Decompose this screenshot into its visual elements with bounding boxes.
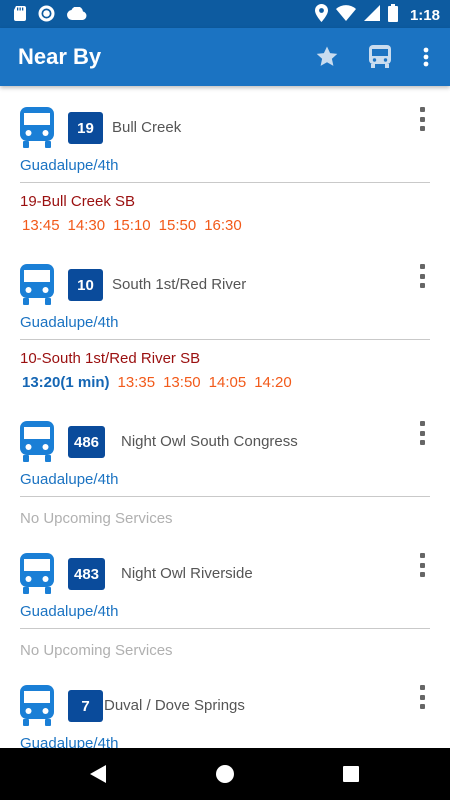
nearby-route-list[interactable]: 19 Bull Creek Guadalupe/4th 19-Bull Cree… [0,86,450,748]
home-icon [216,765,234,783]
route-name: Duval / Dove Springs [104,697,245,714]
system-nav-bar [0,748,450,800]
divider [20,339,430,340]
route-name: South 1st/Red River [112,276,247,293]
departure-time: 14:20 [254,374,292,391]
stop-name: Guadalupe/4th [20,603,119,620]
no-service-message: No Upcoming Services [20,510,173,527]
route-number-badge: 486 [68,426,106,458]
bus-icon [20,685,54,726]
next-departure-time: 13:20(1 min) [22,374,110,391]
route-menu-button[interactable] [412,683,432,711]
stop-name: Guadalupe/4th [20,735,119,748]
status-bar-system: 1:18 [314,4,440,27]
bus-icon [369,45,391,68]
bus-icon [20,421,54,462]
route-menu-button[interactable] [412,262,432,290]
route-number-badge: 10 [68,269,103,301]
battery-icon [387,4,398,27]
no-service-message: No Upcoming Services [20,642,173,659]
recents-icon [343,766,359,782]
more-vert-icon [423,47,429,67]
departure-time: 15:10 [113,217,151,234]
status-time: 1:18 [409,7,440,24]
routes-button[interactable] [366,43,394,71]
departure-times: 13:20(1 min) 13:35 13:50 14:05 14:20 [22,374,292,391]
app-bar: Near By [0,28,450,86]
stop-name: Guadalupe/4th [20,314,119,331]
sd-card-icon [14,6,26,26]
departure-time: 13:35 [117,374,156,391]
route-name: Bull Creek [112,119,182,136]
divider [20,182,430,183]
cloud-icon [67,6,87,25]
route-number-badge: 19 [68,112,103,144]
stop-name: Guadalupe/4th [20,471,119,488]
favorites-button[interactable] [313,43,341,71]
departure-time: 16:30 [204,217,242,234]
route-menu-button[interactable] [412,551,432,579]
departure-time: 14:30 [67,217,106,234]
route-name: Night Owl Riverside [121,565,253,582]
page-title: Near By [18,44,102,69]
route-name: Night Owl South Congress [121,433,298,450]
nav-home-button[interactable] [213,762,237,786]
star-icon [316,46,338,66]
bus-icon [20,553,54,594]
back-icon [90,765,106,783]
departure-time: 15:50 [158,217,197,234]
location-icon [314,4,328,27]
route-number-badge: 7 [68,690,103,722]
nav-recents-button[interactable] [339,762,363,786]
route-direction: 10-South 1st/Red River SB [20,350,201,367]
departure-time: 13:45 [22,217,60,234]
bus-icon [20,107,54,148]
nav-back-button[interactable] [86,762,110,786]
divider [20,496,430,497]
stop-name: Guadalupe/4th [20,157,119,174]
status-bar-notifications [14,5,87,27]
departure-time: 13:50 [163,374,201,391]
departure-times: 13:45 14:30 15:10 15:50 16:30 [22,217,242,234]
record-icon [38,5,55,27]
signal-icon [363,5,380,26]
departure-time: 14:05 [208,374,247,391]
route-number-badge: 483 [68,558,106,590]
divider [20,628,430,629]
route-menu-button[interactable] [412,105,432,133]
overflow-menu-button[interactable] [412,43,440,71]
wifi-icon [335,5,356,26]
route-direction: 19-Bull Creek SB [20,193,136,210]
bus-icon [20,264,54,305]
status-bar: 1:18 [0,0,450,28]
route-menu-button[interactable] [412,419,432,447]
